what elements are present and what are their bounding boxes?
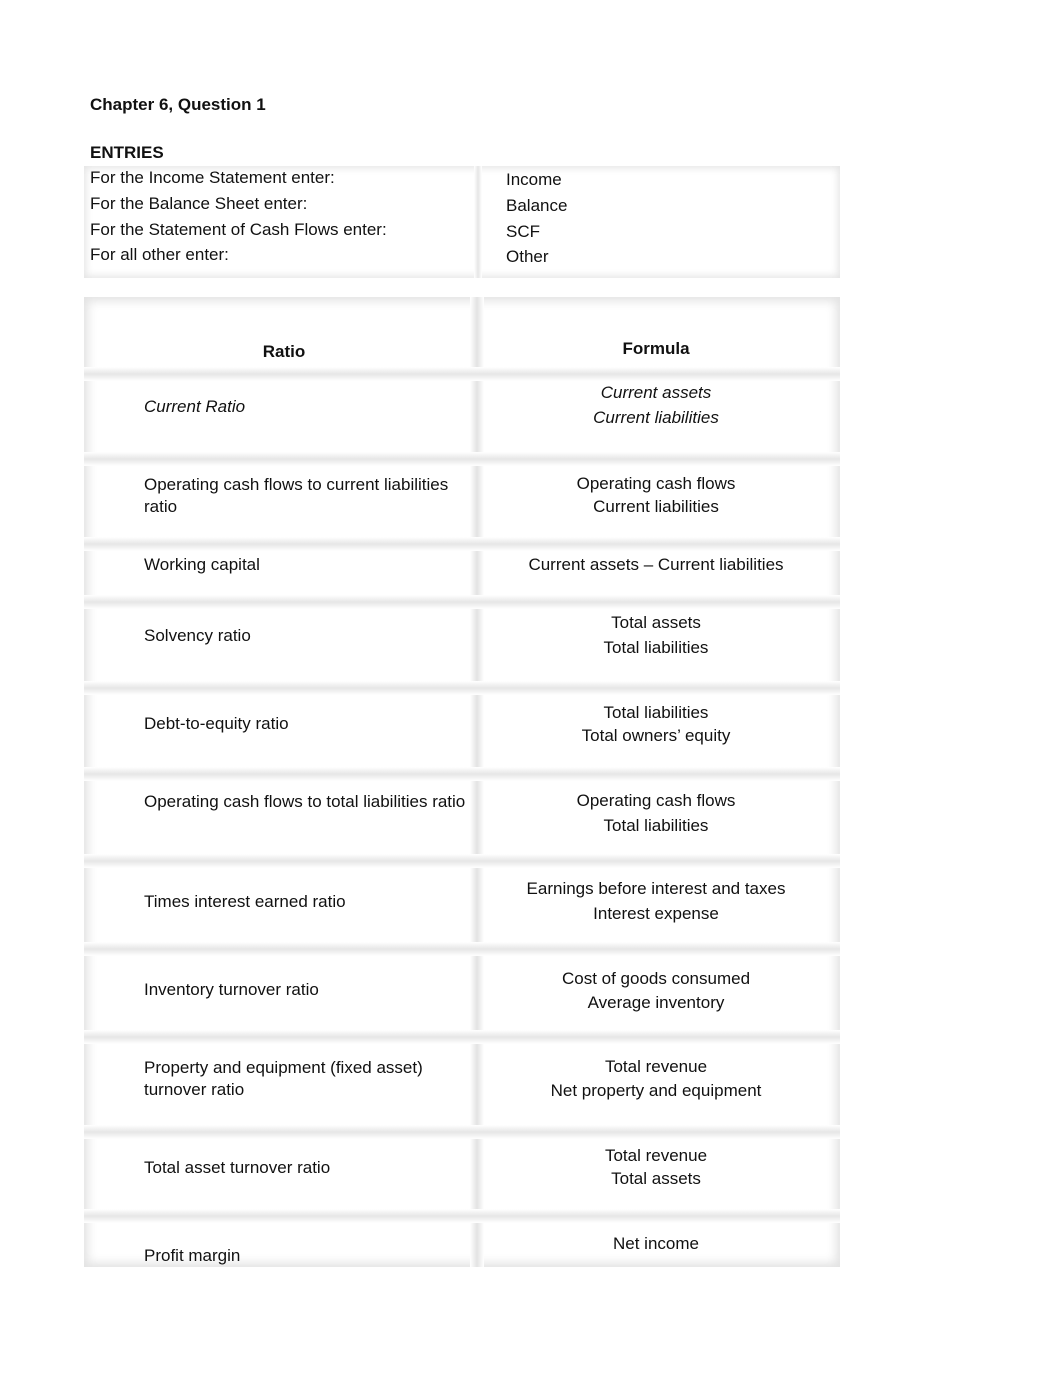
- ratio-name: Operating cash flows to current liabilit…: [144, 475, 449, 516]
- entry-value[interactable]: SCF: [506, 222, 540, 242]
- row-divider: [84, 367, 840, 381]
- row-divider: [84, 1209, 840, 1223]
- ratio-name: Debt-to-equity ratio: [144, 714, 289, 733]
- ratio-name: Solvency ratio: [144, 626, 251, 645]
- formula-numerator: Earnings before interest and taxes: [526, 879, 786, 898]
- formula-denominator: Interest expense: [593, 904, 719, 923]
- formula-denominator: Total assets: [611, 1169, 701, 1188]
- header-ratio: Ratio: [262, 342, 306, 361]
- table-frame: [84, 297, 840, 1267]
- ratio-table: Ratio Formula Current Ratio Current asse…: [84, 297, 840, 1267]
- ratio-name: Times interest earned ratio: [144, 892, 346, 911]
- row-divider: [84, 942, 840, 956]
- entry-value[interactable]: Balance: [506, 196, 567, 216]
- page-title: Chapter 6, Question 1: [90, 95, 266, 114]
- entry-value[interactable]: Income: [506, 170, 562, 190]
- formula-denominator: Total liabilities: [603, 816, 709, 835]
- ratio-name: Inventory turnover ratio: [144, 980, 319, 999]
- row-divider: [84, 854, 840, 868]
- entry-value[interactable]: Other: [506, 247, 549, 267]
- ratio-name: Total asset turnover ratio: [144, 1158, 331, 1177]
- row-divider: [84, 681, 840, 695]
- formula-numerator: Net income: [613, 1234, 699, 1253]
- formula-numerator: Total liabilities: [603, 703, 709, 722]
- formula-denominator: Current liabilities: [593, 497, 719, 516]
- entry-label: For the Balance Sheet enter:: [90, 194, 308, 213]
- formula-numerator: Total revenue: [604, 1057, 708, 1076]
- entries-heading: ENTRIES: [90, 143, 164, 162]
- formula-denominator: Average inventory: [587, 993, 725, 1012]
- formula-numerator: Total assets: [611, 613, 701, 632]
- row-divider: [84, 452, 840, 466]
- formula-denominator: Total liabilities: [603, 638, 709, 657]
- formula-denominator: Total owners’ equity: [581, 726, 731, 745]
- entry-label: For all other enter:: [90, 245, 229, 264]
- formula-denominator: Current liabilities: [593, 408, 719, 427]
- entries-row: For the Income Statement enter: Income: [84, 168, 840, 194]
- entries-row: For the Statement of Cash Flows enter: S…: [84, 220, 840, 246]
- entry-label: For the Statement of Cash Flows enter:: [90, 220, 387, 239]
- ratio-name: Working capital: [144, 555, 260, 574]
- entry-label: For the Income Statement enter:: [90, 168, 335, 187]
- formula-numerator: Operating cash flows: [576, 474, 736, 493]
- row-divider: [84, 1125, 840, 1139]
- formula-numerator: Current assets – Current liabilities: [528, 555, 784, 574]
- formula-numerator: Total revenue: [604, 1146, 708, 1165]
- row-divider: [84, 537, 840, 551]
- entries-row: For the Balance Sheet enter: Balance: [84, 194, 840, 220]
- row-divider: [84, 767, 840, 781]
- entries-table: For the Income Statement enter: Income F…: [84, 166, 840, 278]
- entries-row: For all other enter: Other: [84, 245, 840, 271]
- row-divider: [84, 595, 840, 609]
- ratio-name: Current Ratio: [144, 397, 246, 416]
- formula-numerator: Current assets: [600, 383, 712, 402]
- header-formula: Formula: [622, 339, 690, 358]
- formula-denominator: Net property and equipment: [550, 1081, 762, 1100]
- formula-numerator: Cost of goods consumed: [561, 969, 751, 988]
- row-divider: [84, 1030, 840, 1044]
- column-divider: [470, 297, 484, 1267]
- ratio-name: Profit margin: [144, 1246, 241, 1265]
- ratio-name: Property and equipment (fixed asset) tur…: [144, 1058, 423, 1099]
- formula-numerator: Operating cash flows: [576, 791, 736, 810]
- ratio-name: Operating cash flows to total liabilitie…: [144, 792, 466, 811]
